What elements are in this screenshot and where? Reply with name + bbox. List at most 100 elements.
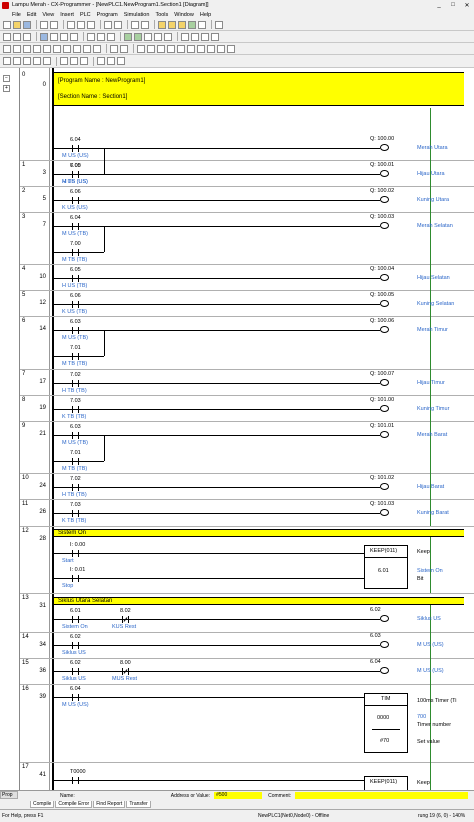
zoom-fit-icon[interactable] <box>23 32 31 41</box>
cut-icon[interactable] <box>67 20 75 29</box>
zoom-in-icon[interactable] <box>3 32 11 41</box>
properties-icon[interactable] <box>198 20 206 29</box>
rung-comment[interactable]: Sistem On <box>54 529 464 537</box>
tim-instruction-block[interactable] <box>364 693 408 753</box>
output-coil[interactable] <box>380 431 389 438</box>
reset-icon[interactable] <box>13 57 21 65</box>
show-bookmark-icon[interactable] <box>70 32 78 41</box>
coil-nc-icon[interactable] <box>83 44 91 53</box>
force-off-icon[interactable] <box>33 57 41 65</box>
contact-no[interactable] <box>72 432 79 439</box>
clear-breakpoints-icon[interactable] <box>227 44 235 53</box>
ladder-editor[interactable]: 0 0 1 3 2 5 3 7 4 10 5 12 6 14 7 17 8 19… <box>20 68 474 790</box>
cancel-online-edit-icon[interactable] <box>107 57 115 65</box>
contact-no[interactable] <box>72 484 79 491</box>
contact-no[interactable] <box>72 458 79 465</box>
help-icon[interactable] <box>215 20 223 29</box>
contact-no[interactable] <box>72 380 79 387</box>
output-coil[interactable] <box>380 483 389 490</box>
new-file-icon[interactable] <box>3 20 11 29</box>
line-delete-icon[interactable] <box>120 44 128 53</box>
contact-or-icon[interactable] <box>23 44 31 53</box>
menu-help[interactable]: Help <box>200 12 211 18</box>
menu-plc[interactable]: PLC <box>80 12 91 18</box>
contact-ornc-icon[interactable] <box>43 44 51 53</box>
properties-tab[interactable]: Prop <box>0 791 18 799</box>
simulation-stop-icon[interactable] <box>157 44 165 53</box>
contact-no[interactable] <box>72 327 79 334</box>
set-icon[interactable] <box>3 57 11 65</box>
tree-expand-icon[interactable]: − <box>3 75 10 82</box>
contact-nc-icon[interactable] <box>33 44 41 53</box>
tab-find-report[interactable]: Find Report <box>93 801 126 808</box>
coil-no-icon[interactable] <box>73 44 81 53</box>
program-header-comment[interactable]: [Program Name : NewProgram1] [Section Na… <box>54 72 464 106</box>
contact-no[interactable] <box>72 275 79 282</box>
grid-icon[interactable] <box>40 32 48 41</box>
maximize-button[interactable]: □ <box>446 0 460 10</box>
breakpoint-icon[interactable] <box>217 44 225 53</box>
contact-no[interactable] <box>72 406 79 413</box>
print-icon[interactable] <box>40 20 48 29</box>
menu-simulation[interactable]: Simulation <box>124 12 150 18</box>
output-coil[interactable] <box>380 405 389 412</box>
contact-no[interactable] <box>72 510 79 517</box>
scan-run-icon[interactable] <box>207 44 215 53</box>
tree-collapse-icon[interactable]: + <box>3 85 10 92</box>
minimize-button[interactable]: _ <box>432 0 446 10</box>
contact-no[interactable] <box>72 616 79 623</box>
project-tree-panel[interactable]: − + <box>0 68 20 790</box>
run-mode-icon[interactable] <box>154 32 162 41</box>
replace-icon[interactable] <box>141 20 149 29</box>
zoom-out-icon[interactable] <box>13 32 21 41</box>
menu-file[interactable]: File <box>12 12 21 18</box>
compile-icon[interactable] <box>181 32 189 41</box>
close-button[interactable]: ✕ <box>460 0 474 10</box>
tab-compile[interactable]: Compile <box>30 801 55 808</box>
line-connect-icon[interactable] <box>110 44 118 53</box>
program-mode-icon[interactable] <box>144 32 152 41</box>
select-mode-icon[interactable] <box>3 44 11 53</box>
monitor-icon[interactable] <box>134 32 142 41</box>
step-out-icon[interactable] <box>187 44 195 53</box>
contact-no[interactable] <box>72 642 79 649</box>
redo-icon[interactable] <box>114 20 122 29</box>
contact-no[interactable] <box>72 171 79 178</box>
vertical-line-icon[interactable] <box>53 44 61 53</box>
menu-insert[interactable]: Insert <box>60 12 74 18</box>
symbols-icon[interactable] <box>107 32 115 41</box>
horizontal-line-icon[interactable] <box>63 44 71 53</box>
copy-icon[interactable] <box>77 20 85 29</box>
time-chart-icon[interactable] <box>80 57 88 65</box>
force-on-icon[interactable] <box>23 57 31 65</box>
output-coil[interactable] <box>380 667 389 674</box>
simulation-pause-icon[interactable] <box>147 44 155 53</box>
output-coil[interactable] <box>380 170 389 177</box>
contact-no[interactable] <box>72 301 79 308</box>
force-cancel-icon[interactable] <box>43 57 51 65</box>
output-coil[interactable] <box>380 274 389 281</box>
paste-icon[interactable] <box>87 20 95 29</box>
contact-no[interactable] <box>72 668 79 675</box>
save-icon[interactable] <box>23 20 31 29</box>
contact-no[interactable] <box>72 575 79 582</box>
output-coil[interactable] <box>380 509 389 516</box>
contact-no-icon[interactable] <box>13 44 21 53</box>
tab-compile-error[interactable]: Compile Error <box>55 801 93 808</box>
step-in-icon[interactable] <box>177 44 185 53</box>
transfer-online-edit-icon[interactable] <box>117 57 125 65</box>
address-value-input[interactable]: #500 <box>214 792 263 799</box>
address-ref-icon[interactable] <box>188 20 196 29</box>
contact-nc[interactable] <box>122 616 129 623</box>
menu-view[interactable]: View <box>42 12 54 18</box>
tab-transfer[interactable]: Transfer <box>126 801 151 808</box>
comment-input[interactable] <box>295 792 468 799</box>
data-trace-icon[interactable] <box>70 57 78 65</box>
online-edit-icon[interactable] <box>97 57 105 65</box>
output-coil[interactable] <box>380 379 389 386</box>
contact-nc[interactable] <box>122 668 129 675</box>
contact-no[interactable] <box>72 197 79 204</box>
differential-monitor-icon[interactable] <box>60 57 68 65</box>
rung-comment-icon[interactable] <box>60 32 68 41</box>
output-coil[interactable] <box>380 641 389 648</box>
